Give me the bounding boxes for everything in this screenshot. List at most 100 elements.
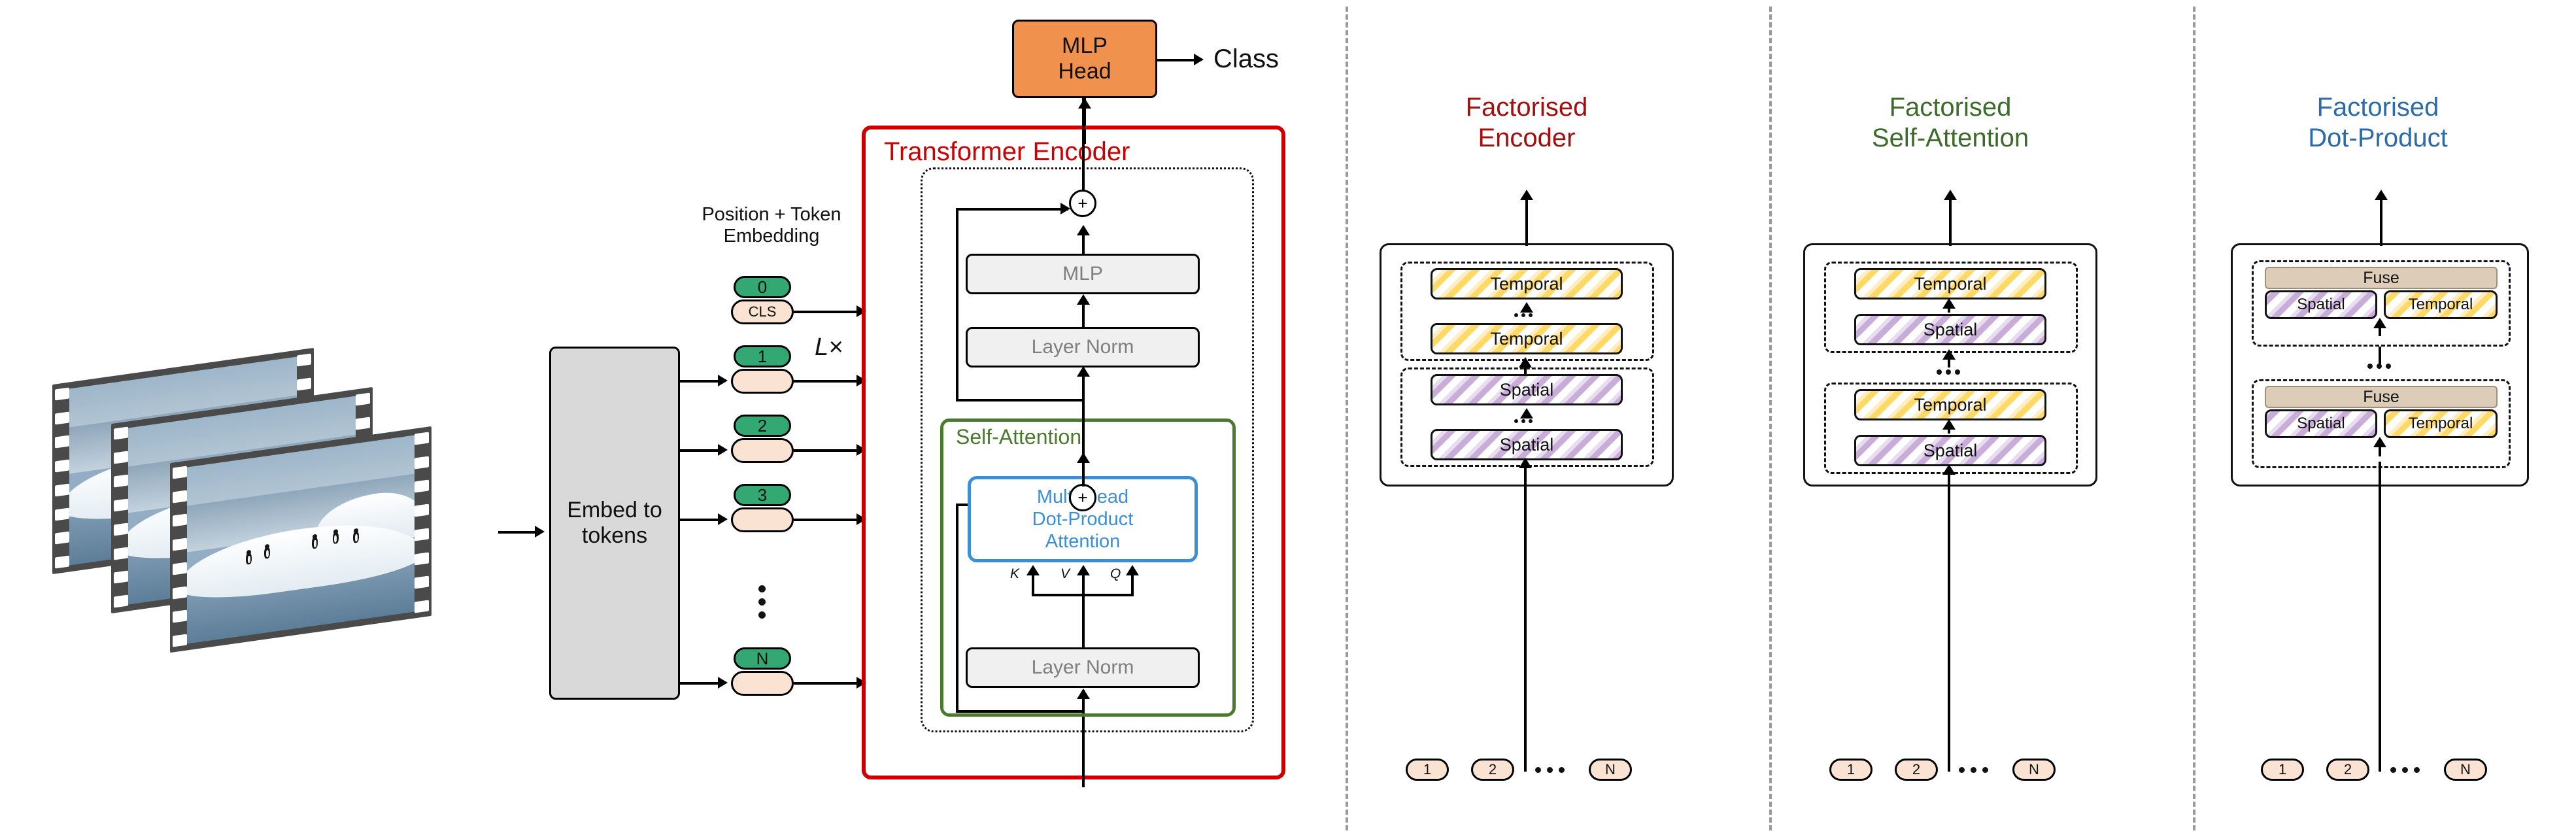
mlp-head-label-line2: Head	[1058, 59, 1111, 84]
embed-to-token-2-line	[680, 449, 720, 452]
fuse-label: Fuse	[2363, 268, 2399, 287]
factorised-encoder-spatial-inner-arrow	[1520, 408, 1533, 418]
factorised-self-attention-spatial-bottom[interactable]: Spatial	[1854, 435, 2046, 466]
mlp-head-to-class-arrow	[1194, 54, 1204, 65]
arrow-frames-to-embed-line	[498, 531, 536, 534]
factorised-encoder-output-arrow	[1520, 190, 1533, 200]
video-input-frames	[39, 340, 523, 706]
embed-to-token-2-arrow	[718, 444, 728, 456]
factorised-self-attention-input-token-2[interactable]: 2	[1895, 759, 1938, 781]
self-attention-residual-symbol: +	[1077, 488, 1088, 507]
token-position-2[interactable]: 2	[734, 415, 791, 437]
factorised-encoder-spatial-block-bottom[interactable]: Spatial	[1431, 429, 1623, 460]
kvq-label-v-text: V	[1060, 566, 1070, 581]
layer-norm-bottom-box[interactable]: Layer Norm	[966, 647, 1200, 688]
factorised-self-attention-title-line1: Factorised	[1889, 92, 2012, 122]
factorised-self-attention-top-inner-arrow	[1942, 298, 1956, 309]
class-output-label: Class	[1213, 44, 1279, 74]
token-patch-n[interactable]	[731, 671, 794, 696]
factorised-dot-product-mid-trunk	[2379, 347, 2381, 365]
embedding-caption-line1: Position + Token	[702, 204, 841, 225]
factorised-self-attention-mid-arrow	[1942, 349, 1956, 360]
factorised-dot-product-spatial-top[interactable]: Spatial	[2265, 290, 2377, 319]
factorised-self-attention-spatial-top[interactable]: Spatial	[1854, 314, 2046, 345]
factorised-dot-product-temporal-top[interactable]: Temporal	[2384, 290, 2498, 319]
factorised-dot-product-temporal-bottom[interactable]: Temporal	[2384, 409, 2498, 438]
factorised-self-attention-bottom-inner-arrow	[1942, 419, 1956, 430]
mlp-residual-top-h	[956, 208, 1068, 211]
kvq-k-arrow	[1026, 565, 1040, 575]
factorised-self-attention-temporal-top[interactable]: Temporal	[1854, 268, 2046, 299]
factorised-dot-product-input-token-n[interactable]: N	[2444, 759, 2487, 781]
factorised-encoder-input-arrow	[1519, 458, 1532, 468]
factorised-self-attention-input-ellipsis	[1959, 767, 1988, 773]
sa-out-to-ln-top-arrow	[1077, 366, 1090, 377]
block-label: Spatial	[1499, 379, 1554, 400]
factorised-encoder-temporal-inner-ellipsis	[1514, 313, 1533, 317]
token-label: N	[2460, 761, 2471, 777]
video-frame-front	[170, 426, 432, 653]
encoder-to-mlp-head-arrow	[1078, 98, 1091, 109]
factorised-dot-product-input-trunk	[2379, 462, 2381, 772]
factorised-dot-product-bottom-inner-arrow	[2373, 437, 2386, 447]
mlp-box[interactable]: MLP	[966, 254, 1200, 294]
factorised-encoder-temporal-block-bottom[interactable]: Temporal	[1431, 323, 1623, 354]
mlp-to-plus-arrow	[1077, 225, 1090, 235]
ln-top-to-mlp-arrow	[1077, 294, 1090, 305]
factorised-self-attention-input-arrow	[1942, 464, 1956, 475]
factorised-self-attention-temporal-bottom[interactable]: Temporal	[1854, 389, 2046, 420]
factorised-encoder-spatial-block-top[interactable]: Spatial	[1431, 374, 1623, 405]
token-position-n[interactable]: N	[734, 647, 791, 670]
kvq-label-k-text: K	[1010, 566, 1020, 581]
factorised-encoder-input-token-n[interactable]: N	[1589, 759, 1632, 781]
token-label: 2	[1488, 761, 1497, 777]
layer-norm-bottom-label: Layer Norm	[1031, 657, 1134, 678]
token-patch-3[interactable]	[731, 507, 794, 532]
embed-to-token-1-arrow	[718, 375, 728, 386]
embed-to-token-n-line	[680, 682, 720, 685]
embed-to-tokens-box[interactable]: Embed to tokens	[549, 347, 680, 700]
transformer-encoder-title: Transformer Encoder	[884, 137, 1130, 167]
self-attention-title-text: Self-Attention	[956, 425, 1082, 449]
factorised-dot-product-input-token-1[interactable]: 1	[2261, 759, 2304, 781]
arrow-frames-to-embed-head	[535, 526, 545, 538]
factorised-self-attention-group-ellipsis	[1937, 369, 1960, 375]
factorised-dot-product-input-token-2[interactable]: 2	[2326, 759, 2369, 781]
film-perforations-left	[173, 466, 187, 647]
embed-to-token-n-arrow	[718, 677, 728, 689]
token-position-0[interactable]: 0	[734, 276, 791, 298]
factorised-dot-product-title-line1: Factorised	[2316, 92, 2439, 122]
embed-to-tokens-label-line2: tokens	[581, 523, 648, 548]
panel-divider-1	[1346, 7, 1348, 830]
token-cls-label: CLS	[748, 303, 777, 320]
factorised-dot-product-fuse-bottom[interactable]: Fuse	[2265, 386, 2498, 408]
embed-to-token-3-line	[680, 519, 720, 521]
factorised-encoder-temporal-block-top[interactable]: Temporal	[1431, 268, 1623, 299]
factorised-dot-product-spatial-bottom[interactable]: Spatial	[2265, 409, 2377, 438]
factorised-self-attention-input-token-n[interactable]: N	[2012, 759, 2056, 781]
block-label: Temporal	[1490, 328, 1563, 349]
block-label: Temporal	[1914, 394, 1987, 415]
mlp-head-box[interactable]: MLP Head	[1012, 20, 1157, 98]
kvq-label-v: V	[1060, 566, 1070, 582]
multi-head-attention-line3: Attention	[1045, 531, 1121, 553]
token-cls[interactable]: CLS	[731, 299, 794, 324]
layer-norm-top-box[interactable]: Layer Norm	[966, 327, 1200, 367]
token-patch-1[interactable]	[731, 369, 794, 394]
class-output-text: Class	[1213, 44, 1280, 73]
token-n-output-line	[794, 682, 866, 685]
token-label: 2	[2343, 761, 2352, 777]
token-0-output-line	[794, 311, 866, 313]
factorised-self-attention-input-token-1[interactable]: 1	[1829, 759, 1873, 781]
encoder-repeat-text: L×	[815, 333, 843, 361]
token-position-1[interactable]: 1	[734, 345, 791, 367]
self-attention-title: Self-Attention	[956, 425, 1081, 449]
factorised-encoder-input-token-2[interactable]: 2	[1471, 759, 1514, 781]
factorised-encoder-input-token-1[interactable]: 1	[1406, 759, 1449, 781]
token-patch-2[interactable]	[731, 438, 794, 463]
factorised-dot-product-fuse-top[interactable]: Fuse	[2265, 267, 2498, 289]
embedding-caption-line2: Embedding	[723, 226, 820, 247]
embedding-caption: Position + Token Embedding	[667, 196, 876, 255]
token-position-3[interactable]: 3	[734, 484, 791, 506]
film-perforations-left	[114, 426, 128, 608]
